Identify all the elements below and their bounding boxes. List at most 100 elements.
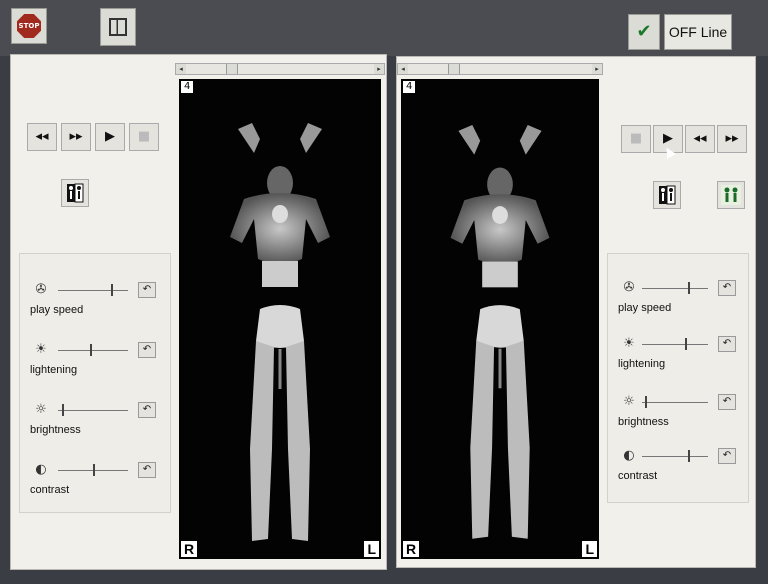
play-speed-row: ✇ ↶ play speed xyxy=(20,276,170,336)
check-button[interactable]: ✔ xyxy=(628,14,660,50)
lightening-slider[interactable] xyxy=(58,350,128,351)
scroll-thumb[interactable] xyxy=(448,64,460,74)
left-viewer-panel: ◂ ▸ ◂◂ ▸▸ ▶ ■ ✇ ↶ play speed ☀ ↶ lighten… xyxy=(10,54,387,570)
split-view-button[interactable] xyxy=(61,179,89,207)
rewind-button[interactable]: ◂◂ xyxy=(27,123,57,151)
lightening-row: ☀ ↶ lightening xyxy=(608,330,748,390)
scroll-left-arrow-icon[interactable]: ◂ xyxy=(176,64,186,74)
person-split-icon xyxy=(659,185,676,205)
offline-button[interactable]: OFF Line xyxy=(664,14,732,50)
right-side-marker: R xyxy=(181,541,198,557)
contrast-label: contrast xyxy=(618,470,658,482)
play-icon: ▶ xyxy=(663,131,673,146)
play-speed-label: play speed xyxy=(618,302,672,314)
stop-icon: STOP xyxy=(17,14,41,38)
undo-icon: ↶ xyxy=(142,404,152,415)
layout-grid-icon xyxy=(109,18,127,36)
rewind-button[interactable]: ◂◂ xyxy=(685,125,715,153)
right-adjustments-group: ✇ ↶ play speed ☀ ↶ lightening ☼ ↶ bright… xyxy=(607,253,749,503)
brightness-row: ☼ ↶ brightness xyxy=(608,388,748,448)
play-speed-slider-knob[interactable] xyxy=(110,284,113,296)
fast-forward-button[interactable]: ▸▸ xyxy=(61,123,91,151)
undo-icon: ↶ xyxy=(722,396,732,407)
body-scan-figure xyxy=(230,123,330,541)
play-speed-slider[interactable] xyxy=(58,290,128,291)
brightness-slider[interactable] xyxy=(642,402,708,403)
play-speed-label: play speed xyxy=(30,304,84,316)
stop-playback-button[interactable]: ■ xyxy=(129,123,159,151)
person-split-icon xyxy=(67,183,84,203)
contrast-reset-button[interactable]: ↶ xyxy=(718,448,736,464)
undo-icon: ↶ xyxy=(142,284,152,295)
contrast-slider[interactable] xyxy=(642,456,708,457)
body-scan-figure xyxy=(450,124,550,539)
contrast-icon: ◐ xyxy=(623,448,635,463)
contrast-slider-knob[interactable] xyxy=(93,464,95,476)
fast-forward-icon: ▸▸ xyxy=(725,131,739,146)
left-side-marker: L xyxy=(582,541,597,557)
brightness-reset-button[interactable]: ↶ xyxy=(718,394,736,410)
scroll-left-arrow-icon[interactable]: ◂ xyxy=(398,64,408,74)
lightening-slider-knob[interactable] xyxy=(89,344,92,356)
lightening-label: lightening xyxy=(618,358,666,370)
lightening-slider-knob[interactable] xyxy=(684,338,687,350)
undo-icon: ↶ xyxy=(722,450,732,461)
right-scan-image[interactable]: 4 R L xyxy=(401,79,599,559)
play-speed-reset-button[interactable]: ↶ xyxy=(138,282,156,298)
play-icon: ▶ xyxy=(105,129,115,144)
film-reel-icon: ✇ xyxy=(623,280,635,295)
left-horizontal-scrollbar[interactable]: ◂ ▸ xyxy=(175,63,385,75)
contrast-reset-button[interactable]: ↶ xyxy=(138,462,156,478)
right-horizontal-scrollbar[interactable]: ◂ ▸ xyxy=(397,63,603,75)
scroll-thumb[interactable] xyxy=(226,64,238,74)
split-view-button[interactable] xyxy=(653,181,681,209)
sun-icon: ☼ xyxy=(35,402,47,417)
rewind-icon: ◂◂ xyxy=(35,129,49,144)
contrast-row: ◐ ↶ contrast xyxy=(608,442,748,502)
scroll-right-arrow-icon[interactable]: ▸ xyxy=(374,64,384,74)
brightness-slider-knob[interactable] xyxy=(645,396,648,408)
contrast-label: contrast xyxy=(30,484,70,496)
stop-square-icon: ■ xyxy=(629,131,643,146)
brightness-slider-knob[interactable] xyxy=(61,404,64,416)
brightness-label: brightness xyxy=(30,424,81,436)
frame-number: 4 xyxy=(403,81,416,93)
right-side-marker: R xyxy=(403,541,420,557)
undo-icon: ↶ xyxy=(722,282,732,293)
brightness-reset-button[interactable]: ↶ xyxy=(138,402,156,418)
fast-forward-icon: ▸▸ xyxy=(69,129,83,144)
play-speed-slider[interactable] xyxy=(642,288,708,289)
left-side-marker: L xyxy=(364,541,379,557)
stop-button[interactable]: STOP xyxy=(11,8,47,44)
contrast-slider-knob[interactable] xyxy=(688,450,691,462)
contrast-icon: ◐ xyxy=(35,462,47,477)
check-icon: ✔ xyxy=(636,21,652,42)
two-people-icon xyxy=(721,185,741,205)
play-button[interactable]: ▶ xyxy=(95,123,125,151)
brightness-label: brightness xyxy=(618,416,669,428)
play-speed-reset-button[interactable]: ↶ xyxy=(718,280,736,296)
fast-forward-button[interactable]: ▸▸ xyxy=(717,125,747,153)
left-scan-image[interactable]: 4 R L xyxy=(179,79,381,559)
undo-icon: ↶ xyxy=(722,338,732,349)
stop-playback-button[interactable]: ■ xyxy=(621,125,651,153)
stop-square-icon: ■ xyxy=(137,129,151,144)
lightening-label: lightening xyxy=(30,364,78,376)
play-speed-slider-knob[interactable] xyxy=(688,282,691,294)
film-reel-icon: ✇ xyxy=(35,282,47,297)
layout-button[interactable] xyxy=(100,8,136,46)
undo-icon: ↶ xyxy=(142,464,152,475)
lightening-reset-button[interactable]: ↶ xyxy=(718,336,736,352)
brightness-slider[interactable] xyxy=(58,410,128,411)
side-by-side-people-button[interactable] xyxy=(717,181,745,209)
lightening-row: ☀ ↶ lightening xyxy=(20,336,170,396)
top-toolbar: STOP ✔ OFF Line xyxy=(0,0,768,56)
lightbulb-icon: ☀ xyxy=(35,342,47,357)
stop-icon-label: STOP xyxy=(18,22,40,30)
play-speed-row: ✇ ↶ play speed xyxy=(608,274,748,334)
lightening-reset-button[interactable]: ↶ xyxy=(138,342,156,358)
right-viewer-panel: ◂ ▸ 4 R L ■ ▶ ◂◂ ▸▸ ✇ ↶ play speed ☀ ↶ l… xyxy=(396,56,756,568)
lightening-slider[interactable] xyxy=(642,344,708,345)
scroll-right-arrow-icon[interactable]: ▸ xyxy=(592,64,602,74)
sun-icon: ☼ xyxy=(623,394,635,409)
